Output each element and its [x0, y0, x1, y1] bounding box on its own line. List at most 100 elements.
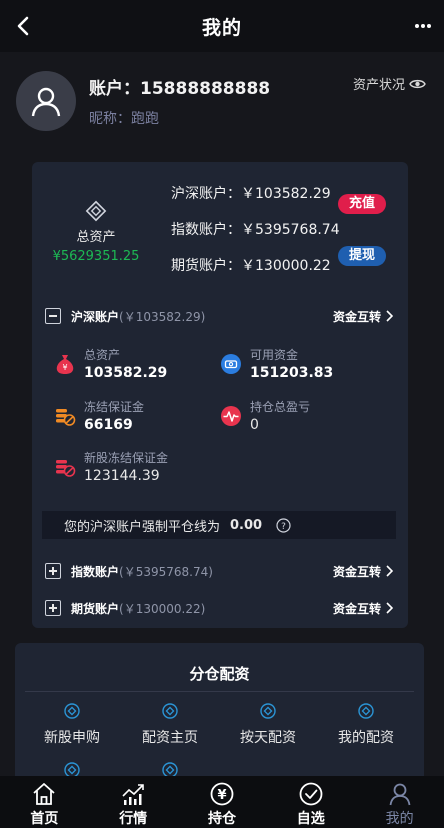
- transfer-label: 资金互转: [332, 601, 381, 616]
- collapse-icon[interactable]: [45, 308, 61, 324]
- eye-icon: [409, 79, 426, 88]
- chevron-right-icon: [386, 602, 393, 614]
- asset-card: 总资产 ¥5629351.25 沪深账户：￥103582.29 指数账户：￥53…: [32, 162, 408, 628]
- tab-label: 我的: [385, 811, 414, 827]
- stat-label: 持仓总盈亏: [250, 400, 311, 414]
- diamond-icon: [85, 200, 107, 222]
- tab-label: 自选: [296, 811, 325, 827]
- hushen-account-row[interactable]: 沪深账户 (￥103582.29) 资金互转: [45, 304, 393, 328]
- total-assets-label: 总资产: [76, 230, 116, 245]
- wallet-icon: [221, 354, 241, 374]
- allocation-item-label: 配资主页: [142, 730, 198, 746]
- divider: [25, 691, 414, 692]
- allocation-item-mine[interactable]: 我的配资: [316, 703, 416, 747]
- more-icon[interactable]: [414, 16, 432, 36]
- help-icon[interactable]: ?: [276, 517, 291, 533]
- stat-label: 可用资金: [250, 348, 299, 362]
- tab-label: 持仓: [207, 811, 236, 827]
- avatar[interactable]: [16, 71, 76, 131]
- liquidation-text: 您的沪深账户强制平仓线为: [64, 519, 221, 535]
- recharge-button[interactable]: 充值: [338, 194, 386, 214]
- futures-transfer-link[interactable]: 资金互转: [333, 600, 393, 617]
- tab-market[interactable]: 行情: [89, 776, 178, 828]
- stat-label: 新股冻结保证金: [84, 451, 169, 465]
- nickname: 昵称：跑跑: [89, 111, 159, 127]
- yen-coin-icon: ¥: [210, 782, 234, 806]
- stat-frozen-margin: 冻结保证金 66169: [54, 398, 144, 433]
- stat-ipo-frozen: 新股冻结保证金 123144.39: [54, 449, 168, 484]
- tab-watchlist[interactable]: 自选: [266, 776, 355, 828]
- index-account-amount: (￥5395768.74): [119, 564, 213, 579]
- circle-diamond-icon: [64, 703, 80, 719]
- futures-account-name: 期货账户: [71, 601, 120, 616]
- asset-status-toggle[interactable]: 资产状况: [353, 74, 426, 93]
- tab-label: 首页: [30, 811, 59, 827]
- bottom-tab-bar: 首页 行情 ¥ 持仓 自选 我的: [0, 776, 444, 828]
- tab-home[interactable]: 首页: [0, 776, 89, 828]
- allocation-item-ipo[interactable]: 新股申购: [22, 703, 122, 747]
- chevron-right-icon: [386, 310, 393, 322]
- stat-value: 0: [250, 417, 259, 433]
- circle-diamond-icon: [162, 703, 178, 719]
- futures-balance: 期货账户：￥130000.22: [171, 258, 331, 274]
- svg-text:?: ?: [281, 522, 286, 532]
- tab-mine[interactable]: 我的: [355, 776, 444, 828]
- top-bar: 我的: [0, 0, 444, 52]
- allocation-item-label: 按天配资: [240, 730, 296, 746]
- svg-text:¥: ¥: [62, 363, 67, 372]
- stat-label: 总资产: [84, 348, 121, 362]
- back-arrow-icon[interactable]: [10, 12, 38, 40]
- account-balances: 沪深账户：￥103582.29 指数账户：￥5395768.74 期货账户：￥1…: [171, 184, 340, 292]
- money-bag-icon: ¥: [56, 355, 74, 374]
- hushen-transfer-link[interactable]: 资金互转: [333, 308, 393, 325]
- liquidation-line-bar: 您的沪深账户强制平仓线为 0.00 ?: [42, 511, 396, 539]
- index-account-name: 指数账户: [71, 564, 120, 579]
- expand-icon[interactable]: [45, 600, 61, 616]
- allocation-item-home[interactable]: 配资主页: [120, 703, 220, 747]
- allocation-item-label: 新股申购: [44, 730, 100, 746]
- stat-value: 103582.29: [84, 365, 168, 381]
- stat-available-funds: 可用资金 151203.83: [220, 346, 333, 381]
- account-number: 账户：15888888888: [89, 79, 271, 99]
- allocation-title: 分仓配资: [189, 665, 250, 683]
- hushen-account-name: 沪深账户: [71, 309, 120, 324]
- pulse-icon: [221, 406, 241, 426]
- expand-icon[interactable]: [45, 563, 61, 579]
- stat-label: 冻结保证金: [84, 400, 145, 414]
- hushen-account-amount: (￥103582.29): [119, 309, 206, 324]
- check-circle-icon: [299, 782, 323, 806]
- profile-section: 账户：15888888888 昵称：跑跑 资产状况: [0, 52, 444, 148]
- svg-text:¥: ¥: [217, 788, 226, 803]
- asset-status-label: 资产状况: [352, 78, 405, 93]
- chevron-right-icon: [386, 565, 393, 577]
- total-assets-value: ¥5629351.25: [52, 249, 140, 264]
- index-balance: 指数账户：￥5395768.74: [171, 222, 340, 238]
- index-transfer-link[interactable]: 资金互转: [333, 563, 393, 580]
- user-avatar-icon: [31, 87, 61, 117]
- frozen-coins-icon: [56, 409, 76, 426]
- stat-position-pnl: 持仓总盈亏 0: [220, 398, 310, 433]
- home-icon: [33, 783, 55, 805]
- stat-value: 151203.83: [250, 365, 334, 381]
- page-title: 我的: [201, 16, 242, 39]
- user-icon: [389, 783, 410, 806]
- circle-diamond-icon: [260, 703, 276, 719]
- futures-account-amount: (￥130000.22): [119, 601, 206, 616]
- index-account-row[interactable]: 指数账户 (￥5395768.74) 资金互转: [45, 559, 393, 583]
- chart-icon: [122, 784, 144, 805]
- tab-positions[interactable]: ¥ 持仓: [178, 776, 267, 828]
- allocation-item-daily[interactable]: 按天配资: [218, 703, 318, 747]
- futures-account-row[interactable]: 期货账户 (￥130000.22) 资金互转: [45, 596, 393, 620]
- allocation-item-label: 我的配资: [338, 730, 394, 746]
- frozen-coins-icon: [56, 460, 76, 477]
- transfer-label: 资金互转: [332, 309, 381, 324]
- withdraw-button[interactable]: 提现: [338, 246, 386, 266]
- hushen-balance: 沪深账户：￥103582.29: [171, 186, 331, 202]
- liquidation-value: 0.00: [230, 517, 263, 533]
- total-assets-box: 总资产 ¥5629351.25: [50, 200, 142, 264]
- tab-label: 行情: [119, 811, 148, 827]
- stat-value: 66169: [84, 417, 133, 433]
- stat-value: 123144.39: [84, 468, 160, 484]
- circle-diamond-icon: [358, 703, 374, 719]
- transfer-label: 资金互转: [332, 564, 381, 579]
